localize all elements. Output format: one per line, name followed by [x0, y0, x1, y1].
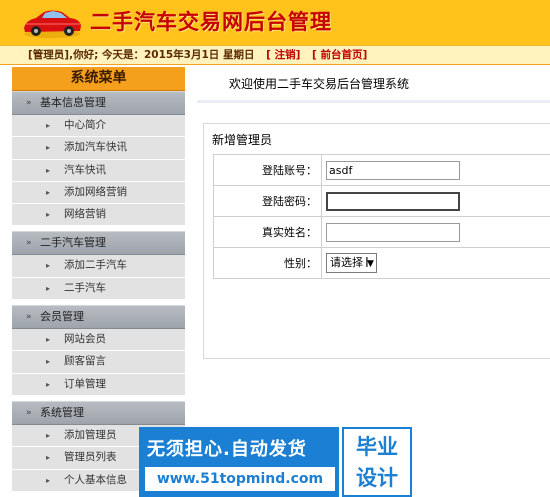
- sidebar-item-add-used-car[interactable]: ▸ 添加二手汽车: [12, 255, 185, 278]
- chevron-right-icon: »: [26, 407, 32, 418]
- sidebar-item-orders[interactable]: ▸ 订单管理: [12, 373, 185, 396]
- group-used-cars[interactable]: » 二手汽车管理: [12, 231, 185, 256]
- menu-title: 系统菜单: [12, 67, 185, 91]
- bullet-arrow-icon: ▸: [46, 187, 51, 197]
- bullet-arrow-icon: ▸: [46, 143, 51, 153]
- realname-label: 真实姓名：: [213, 216, 322, 248]
- account-label: 登陆账号：: [213, 154, 322, 186]
- watermark-url: www.51topmind.com: [145, 467, 335, 491]
- bullet-arrow-icon: ▸: [46, 335, 51, 345]
- group-system[interactable]: » 系统管理: [12, 400, 185, 425]
- gender-select[interactable]: 请选择 ▼: [326, 253, 377, 273]
- sidebar-item-site-members[interactable]: ▸ 网站会员: [12, 329, 185, 352]
- sidebar-item-center-intro[interactable]: ▸ 中心简介: [12, 115, 185, 138]
- sidebar-item-add-marketing[interactable]: ▸ 添加网络营销: [12, 181, 185, 205]
- sidebar-item-marketing[interactable]: ▸ 网络营销: [12, 204, 185, 227]
- password-input[interactable]: [326, 191, 460, 211]
- bullet-arrow-icon: ▸: [46, 283, 51, 293]
- header-banner: 二手汽车交易网后台管理: [0, 0, 550, 45]
- watermark-text-top: 毕业: [356, 435, 398, 459]
- bullet-arrow-icon: ▸: [46, 357, 51, 367]
- text-cursor-icon: I: [365, 256, 369, 271]
- password-label: 登陆密码：: [213, 185, 322, 217]
- panel-title: 新增管理员: [212, 133, 273, 147]
- group-basic-info[interactable]: » 基本信息管理: [12, 91, 185, 115]
- bullet-arrow-icon: ▸: [46, 165, 51, 175]
- form-row: 真实姓名：: [213, 216, 550, 248]
- gender-label: 性别：: [213, 247, 322, 279]
- red-car-logo-icon: [24, 10, 81, 38]
- logout-link[interactable]: [ 注销]: [266, 49, 300, 61]
- account-input[interactable]: [326, 160, 460, 180]
- frontpage-link[interactable]: [ 前台首页]: [312, 49, 367, 61]
- bullet-arrow-icon: ▸: [46, 453, 51, 463]
- sidebar-item-add-car-news[interactable]: ▸ 添加汽车快讯: [12, 137, 185, 160]
- sidebar-item-car-news[interactable]: ▸ 汽车快讯: [12, 159, 185, 182]
- group-members[interactable]: » 会员管理: [12, 305, 185, 330]
- add-admin-form: 登陆账号： 登陆密码： 真实姓名： 性别： 请选择▼: [213, 154, 550, 279]
- bullet-arrow-icon: ▸: [46, 379, 51, 389]
- form-row: 登陆账号：: [213, 154, 550, 186]
- chevron-right-icon: »: [26, 312, 32, 323]
- bullet-arrow-icon: ▸: [46, 121, 51, 130]
- bullet-arrow-icon: ▸: [46, 210, 51, 220]
- welcome-text: 欢迎使用二手车交易后台管理系统: [197, 67, 550, 103]
- add-admin-panel: 新增管理员 登陆账号： 登陆密码： 真实姓名： 性别： 请选择▼: [203, 123, 550, 359]
- chevron-right-icon: »: [26, 238, 32, 249]
- bullet-arrow-icon: ▸: [46, 475, 51, 485]
- site-title: 二手汽车交易网后台管理: [90, 10, 332, 34]
- chevron-right-icon: »: [26, 98, 32, 108]
- user-role: [管理员]: [28, 49, 70, 61]
- watermark-text-bottom: 设计: [356, 466, 398, 490]
- sidebar-item-used-cars[interactable]: ▸ 二手汽车: [12, 277, 185, 301]
- watermark-slogan: 无须担心.自动发货: [147, 439, 307, 460]
- form-row: 性别： 请选择 ▼: [213, 247, 550, 279]
- form-row: 登陆密码：: [213, 185, 550, 217]
- realname-input[interactable]: [326, 222, 460, 242]
- sidebar-item-customer-messages[interactable]: ▸ 顾客留言: [12, 351, 185, 374]
- user-info-bar: [管理员],你好; 今天是：2015年3月1日 星期日 [ 注销] [ 前台首页…: [0, 45, 550, 65]
- greeting-date: ,你好; 今天是：2015年3月1日 星期日: [69, 49, 255, 61]
- bullet-arrow-icon: ▸: [46, 261, 51, 271]
- bullet-arrow-icon: ▸: [46, 430, 51, 440]
- watermark-banner: 无须担心.自动发货 www.51topmind.com 毕业 设计: [139, 427, 412, 497]
